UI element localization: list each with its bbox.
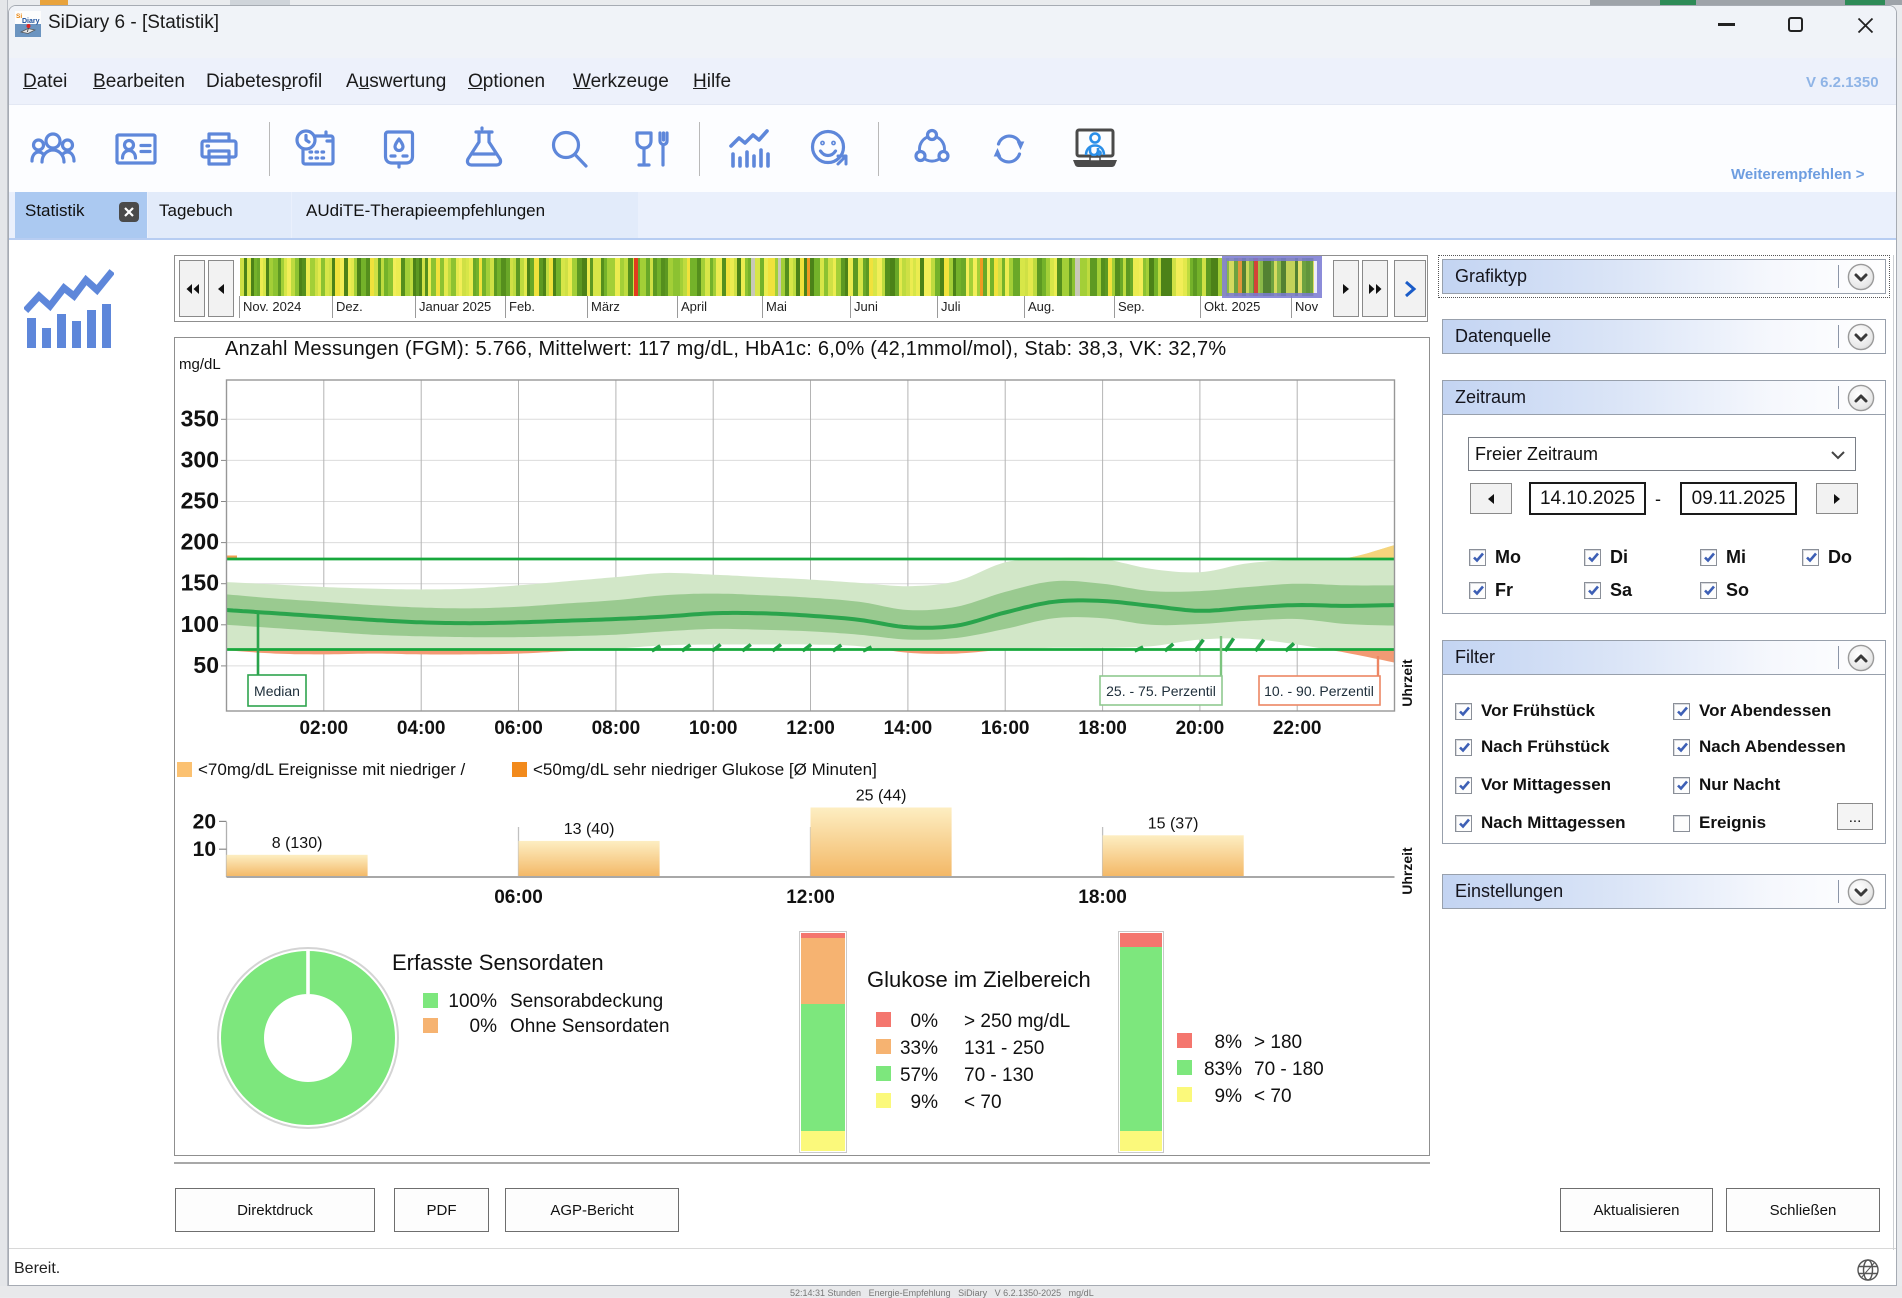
svg-text:02:00: 02:00 xyxy=(299,718,348,739)
svg-text:250: 250 xyxy=(181,488,219,514)
svg-text:12:00: 12:00 xyxy=(786,718,835,739)
svg-text:100: 100 xyxy=(181,611,219,637)
svg-text:20: 20 xyxy=(193,810,216,833)
svg-text:15 (37): 15 (37) xyxy=(1148,815,1199,832)
svg-text:18:00: 18:00 xyxy=(1078,718,1127,739)
svg-text:14:00: 14:00 xyxy=(884,718,933,739)
svg-text:20:00: 20:00 xyxy=(1176,718,1225,739)
svg-text:mg/dL: mg/dL xyxy=(179,356,221,373)
svg-text:10. - 90. Perzentil: 10. - 90. Perzentil xyxy=(1264,683,1374,699)
svg-text:50: 50 xyxy=(193,652,219,678)
svg-text:8 (130): 8 (130) xyxy=(272,835,323,852)
svg-text:Uhrzeit: Uhrzeit xyxy=(1399,847,1415,895)
svg-text:300: 300 xyxy=(181,446,219,472)
svg-text:18:00: 18:00 xyxy=(1078,887,1127,908)
svg-text:Uhrzeit: Uhrzeit xyxy=(1399,659,1415,707)
svg-text:16:00: 16:00 xyxy=(981,718,1030,739)
svg-text:25. - 75. Perzentil: 25. - 75. Perzentil xyxy=(1106,683,1216,699)
svg-text:200: 200 xyxy=(181,529,219,555)
svg-text:Diary: Diary xyxy=(22,18,40,25)
svg-text:13 (40): 13 (40) xyxy=(564,821,615,838)
svg-text:06:00: 06:00 xyxy=(494,718,543,739)
svg-text:25 (44): 25 (44) xyxy=(856,788,907,805)
svg-text:22:00: 22:00 xyxy=(1273,718,1322,739)
svg-text:<50mg/dL sehr niedriger Glukos: <50mg/dL sehr niedriger Glukose [Ø Minut… xyxy=(533,760,877,779)
svg-text:Anzahl Messungen (FGM): 5.766,: Anzahl Messungen (FGM): 5.766, Mittelwer… xyxy=(225,338,1226,360)
svg-text:10:00: 10:00 xyxy=(689,718,738,739)
svg-text:08:00: 08:00 xyxy=(592,718,641,739)
svg-text:350: 350 xyxy=(181,405,219,431)
svg-text:150: 150 xyxy=(181,570,219,596)
svg-text:06:00: 06:00 xyxy=(494,887,543,908)
svg-text:10: 10 xyxy=(193,838,216,861)
svg-text:<70mg/dL Ereignisse mit niedri: <70mg/dL Ereignisse mit niedriger / xyxy=(198,760,466,779)
svg-text:12:00: 12:00 xyxy=(786,887,835,908)
svg-text:04:00: 04:00 xyxy=(397,718,446,739)
svg-text:Median: Median xyxy=(254,683,300,699)
